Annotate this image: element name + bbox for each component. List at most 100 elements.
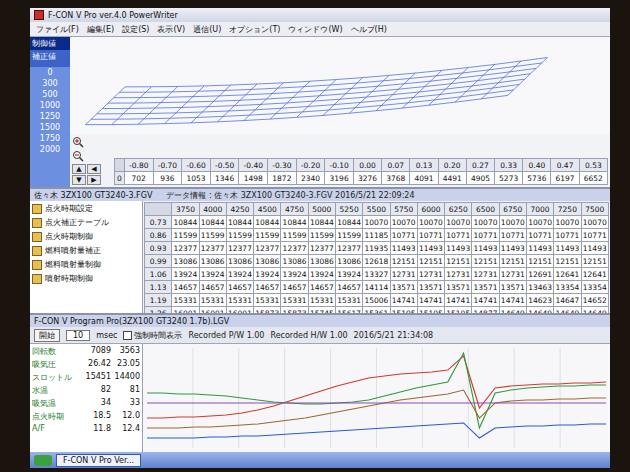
value-cell[interactable]: 6652 [579, 172, 607, 185]
tree-item[interactable]: 噴射時期制御 [32, 273, 140, 284]
menu-item[interactable]: オプション(T) [229, 24, 280, 35]
menu-item[interactable]: 編集(E) [87, 24, 114, 35]
nav-button[interactable]: ▲ [72, 164, 86, 174]
table-cell[interactable]: 11493 [526, 242, 553, 255]
rpm-item[interactable]: 0 [30, 67, 70, 78]
table-cell[interactable]: 15361 [363, 307, 390, 314]
zoom-out-icon[interactable] [72, 150, 84, 162]
table-cell[interactable]: 15331 [199, 294, 226, 307]
table-cell[interactable]: 12641 [554, 268, 581, 281]
table-cell[interactable]: 10844 [226, 216, 253, 229]
table-cell[interactable]: 13086 [172, 255, 199, 268]
rpm-item[interactable]: 1500 [30, 122, 70, 133]
table-cell[interactable]: 13924 [335, 268, 362, 281]
table-cell[interactable]: 14649 [526, 307, 553, 314]
tree-item[interactable]: 燃料噴射量補正 [32, 245, 140, 256]
table-cell[interactable]: 10771 [417, 229, 444, 242]
table-cell[interactable]: 10844 [281, 216, 308, 229]
table-cell[interactable]: 14657 [335, 281, 362, 294]
table-cell[interactable]: 14657 [172, 281, 199, 294]
table-cell[interactable]: 10844 [254, 216, 281, 229]
value-cell[interactable]: 4491 [438, 172, 466, 185]
table-cell[interactable]: 12377 [335, 242, 362, 255]
value-cell[interactable]: 4091 [410, 172, 438, 185]
table-cell[interactable]: 14741 [417, 294, 444, 307]
table-cell[interactable]: 14741 [472, 294, 499, 307]
log-chart[interactable] [143, 344, 610, 452]
force-time-checkbox[interactable]: 強制時間表示 [123, 330, 182, 341]
table-cell[interactable]: 11599 [308, 229, 335, 242]
table-cell[interactable]: 11493 [472, 242, 499, 255]
table-cell[interactable]: 12641 [581, 268, 609, 281]
nav-button[interactable]: ▼ [72, 175, 86, 185]
table-cell[interactable]: 14657 [281, 281, 308, 294]
table-cell[interactable]: 15105 [445, 307, 472, 314]
table-cell[interactable]: 14877 [472, 307, 499, 314]
start-button[interactable]: 開始 [34, 329, 60, 342]
table-cell[interactable]: 12151 [526, 255, 553, 268]
table-cell[interactable]: 10771 [445, 229, 472, 242]
table-cell[interactable]: 13571 [472, 281, 499, 294]
table-cell[interactable]: 10844 [172, 216, 199, 229]
rpm-item[interactable]: 1000 [30, 100, 70, 111]
table-cell[interactable]: 16001 [172, 307, 199, 314]
table-cell[interactable]: 12377 [226, 242, 253, 255]
table-cell[interactable]: 14657 [226, 281, 253, 294]
nav-button[interactable]: ◀ [87, 164, 101, 174]
table-cell[interactable]: 13086 [199, 255, 226, 268]
table-cell[interactable]: 10771 [390, 229, 417, 242]
rpm-item[interactable]: 1250 [30, 111, 70, 122]
table-cell[interactable]: 11599 [199, 229, 226, 242]
tree-item[interactable]: 点火時期制御 [32, 231, 140, 242]
value-cell[interactable]: 3276 [353, 172, 381, 185]
table-cell[interactable]: 12731 [417, 268, 444, 281]
table-cell[interactable]: 15873 [281, 307, 308, 314]
table-cell[interactable]: 10771 [554, 229, 581, 242]
table-cell[interactable]: 10070 [390, 216, 417, 229]
table-cell[interactable]: 14657 [308, 281, 335, 294]
table-cell[interactable]: 11493 [499, 242, 526, 255]
value-cell[interactable]: 1498 [239, 172, 268, 185]
table-cell[interactable]: 10070 [445, 216, 472, 229]
table-cell[interactable]: 14647 [554, 294, 581, 307]
table-cell[interactable]: 14741 [390, 294, 417, 307]
table-cell[interactable]: 10070 [581, 216, 609, 229]
table-cell[interactable]: 15331 [172, 294, 199, 307]
table-cell[interactable]: 13924 [254, 268, 281, 281]
table-cell[interactable]: 13924 [281, 268, 308, 281]
rpm-item[interactable]: 500 [30, 89, 70, 100]
table-cell[interactable]: 11599 [172, 229, 199, 242]
table-cell[interactable]: 15105 [417, 307, 444, 314]
table-cell[interactable]: 12618 [363, 255, 390, 268]
table-cell[interactable]: 14649 [554, 307, 581, 314]
table-cell[interactable]: 12151 [472, 255, 499, 268]
table-cell[interactable]: 13924 [172, 268, 199, 281]
table-cell[interactable]: 13571 [499, 281, 526, 294]
table-cell[interactable]: 10070 [499, 216, 526, 229]
table-cell[interactable]: 12377 [254, 242, 281, 255]
table-cell[interactable]: 12731 [445, 268, 472, 281]
interval-field[interactable]: 10 [66, 330, 90, 341]
table-cell[interactable]: 11599 [254, 229, 281, 242]
table-cell[interactable]: 12151 [554, 255, 581, 268]
table-cell[interactable]: 12151 [581, 255, 609, 268]
table-cell[interactable]: 13924 [308, 268, 335, 281]
table-cell[interactable]: 10070 [417, 216, 444, 229]
value-cell[interactable]: 702 [124, 172, 153, 185]
table-cell[interactable]: 12151 [445, 255, 472, 268]
table-cell[interactable]: 13924 [226, 268, 253, 281]
table-cell[interactable]: 11493 [390, 242, 417, 255]
table-cell[interactable]: 15006 [363, 294, 390, 307]
table-cell[interactable]: 10771 [526, 229, 553, 242]
tree-item[interactable]: 燃料噴射量制御 [32, 259, 140, 270]
table-cell[interactable]: 12731 [499, 268, 526, 281]
table-cell[interactable]: 10070 [363, 216, 390, 229]
table-cell[interactable]: 15873 [254, 307, 281, 314]
table-cell[interactable]: 16001 [226, 307, 253, 314]
side-item[interactable]: 補正値 [30, 50, 70, 63]
table-cell[interactable]: 14657 [199, 281, 226, 294]
table-cell[interactable]: 13327 [363, 268, 390, 281]
table-cell[interactable]: 10070 [554, 216, 581, 229]
table-cell[interactable]: 12151 [390, 255, 417, 268]
table-cell[interactable]: 13463 [526, 281, 553, 294]
